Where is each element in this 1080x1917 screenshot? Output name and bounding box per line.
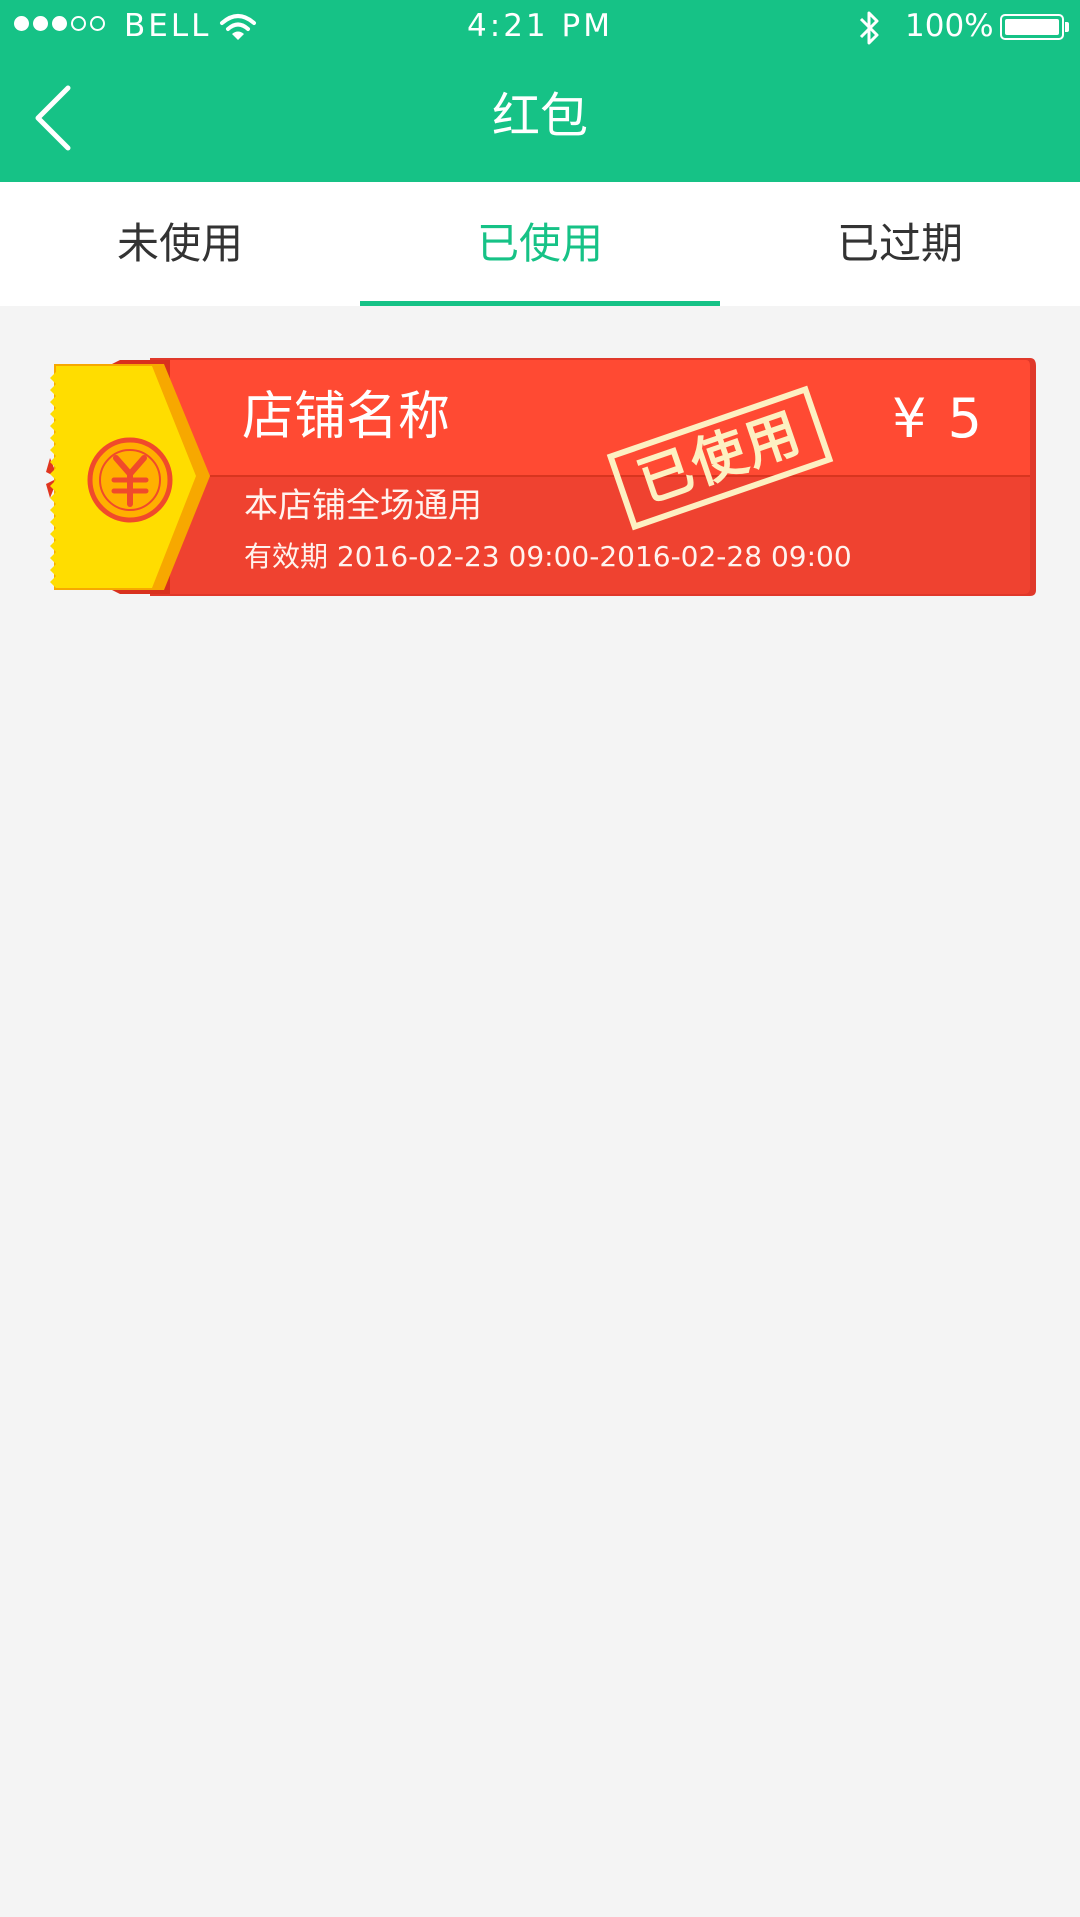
battery-icon <box>1000 14 1064 40</box>
coupon-scope: 本店铺全场通用 <box>244 486 482 526</box>
battery-percent: 100% <box>905 8 994 44</box>
status-bar: BELL 4:21 PM 100% <box>0 0 1080 54</box>
tab-used[interactable]: 已使用 <box>360 182 720 306</box>
tab-used-label: 已使用 <box>476 219 603 268</box>
header: BELL 4:21 PM 100% 红包 <box>0 0 1080 182</box>
tab-unused-label: 未使用 <box>116 219 243 268</box>
active-tab-indicator <box>360 301 720 306</box>
tab-unused[interactable]: 未使用 <box>0 182 360 306</box>
page-title: 红包 <box>491 88 588 144</box>
tab-bar: 未使用 已使用 已过期 <box>0 182 1080 306</box>
tab-expired-label: 已过期 <box>836 219 963 268</box>
red-packet-card[interactable]: 店铺名称 ¥ 5 本店铺全场通用 有效期 2016-02-23 09:00-20… <box>40 356 1040 600</box>
coupon-amount: ¥ 5 <box>892 387 984 450</box>
tab-expired[interactable]: 已过期 <box>720 182 1080 306</box>
yen-coin-icon <box>87 437 173 523</box>
store-name: 店铺名称 <box>242 387 451 447</box>
bluetooth-icon <box>859 11 879 45</box>
coupon-validity: 有效期 2016-02-23 09:00-2016-02-28 09:00 <box>244 540 852 573</box>
